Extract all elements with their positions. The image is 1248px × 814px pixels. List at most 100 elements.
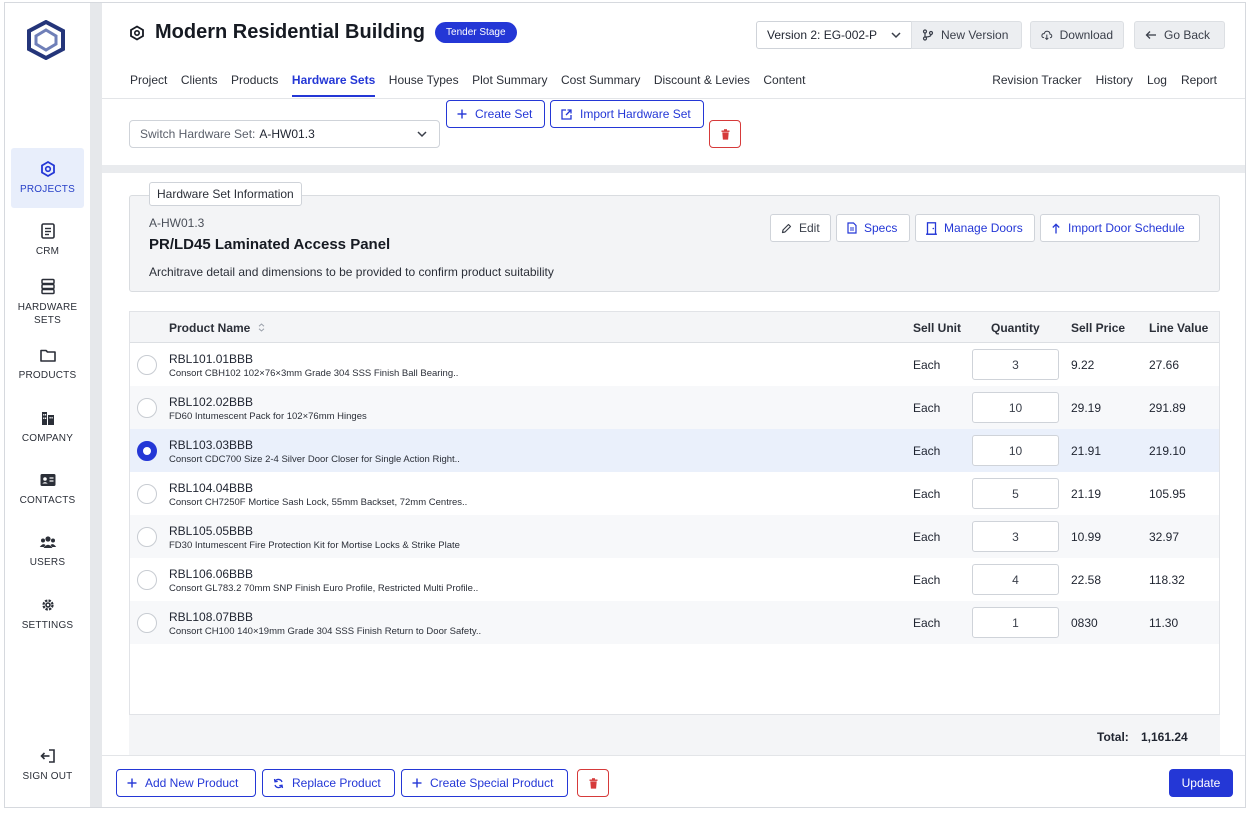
sidebar-item-label: SETTINGS [21,620,74,631]
edit-button[interactable]: Edit [770,214,831,242]
table-row[interactable]: RBL101.01BBB Consort CBH102 102×76×3mm G… [130,343,1219,386]
sidebar-item-crm[interactable]: CRM [11,222,84,257]
secondary-tabs: Revision Tracker History Log Report [978,73,1217,95]
sidebar-item-label: COMPANY [21,433,74,444]
add-new-product-button[interactable]: Add New Product [116,769,256,797]
quantity-input[interactable] [972,478,1059,509]
row-radio-selected[interactable] [137,441,157,461]
tab-history[interactable]: History [1096,73,1133,95]
manage-doors-button[interactable]: Manage Doors [915,214,1035,242]
stage-badge: Tender Stage [435,22,517,43]
switch-label: Switch Hardware Set: [140,127,256,141]
sidebar-item-label: PROJECTS [20,184,75,195]
table-row[interactable]: RBL108.07BBB Consort CH100 140×19mm Grad… [130,601,1219,644]
tab-products[interactable]: Products [231,73,278,97]
version-select-value: Version 2: EG-002-P [767,28,878,42]
product-code: RBL102.02BBB [169,395,254,409]
sidebar-divider [90,3,102,807]
import-door-schedule-button[interactable]: Import Door Schedule [1040,214,1200,242]
sell-unit: Each [913,358,941,372]
sell-unit: Each [913,616,941,630]
sell-price: 22.58 [1071,573,1102,587]
go-back-label: Go Back [1164,28,1211,42]
sign-out-icon [39,749,55,763]
sidebar-item-projects[interactable]: PROJECTS [11,148,84,208]
project-hex-icon [130,24,144,41]
row-radio[interactable] [137,613,157,633]
table-row[interactable]: RBL104.04BBB Consort CH7250F Mortice Sas… [130,472,1219,515]
row-radio[interactable] [137,570,157,590]
product-description: Consort GL783.2 70mm SNP Finish Euro Pro… [169,583,479,594]
tab-house-types[interactable]: House Types [389,73,459,97]
quantity-input[interactable] [972,521,1059,552]
chevron-down-icon [891,32,901,39]
version-select[interactable]: Version 2: EG-002-P [756,21,912,49]
plus-icon [412,778,422,788]
door-icon [926,221,937,235]
replace-product-button[interactable]: Replace Product [262,769,395,797]
update-button[interactable]: Update [1169,769,1233,797]
tab-clients[interactable]: Clients [181,73,218,97]
line-value: 105.95 [1149,487,1186,501]
product-code: RBL106.06BBB [169,567,254,581]
sidebar-item-label: HARDWARE SETS [17,302,78,326]
import-door-schedule-label: Import Door Schedule [1068,221,1185,235]
table-header: Product Name Sell Unit Quantity Sell Pri… [130,312,1219,343]
row-radio[interactable] [137,484,157,504]
sidebar-item-label: CRM [35,246,60,257]
new-version-button[interactable]: New Version [911,21,1022,49]
quantity-input[interactable] [972,349,1059,380]
tab-project[interactable]: Project [130,73,167,97]
row-radio[interactable] [137,355,157,375]
set-note: Architrave detail and dimensions to be p… [149,265,554,279]
download-button[interactable]: Download [1030,21,1124,49]
sidebar-item-settings[interactable]: SETTINGS [11,596,84,631]
create-set-button[interactable]: Create Set [446,100,545,128]
tab-report[interactable]: Report [1181,73,1217,95]
tab-cost-summary[interactable]: Cost Summary [561,73,640,97]
quantity-input[interactable] [972,564,1059,595]
delete-product-button[interactable] [577,769,609,797]
tab-revision-tracker[interactable]: Revision Tracker [992,73,1081,95]
product-code: RBL101.01BBB [169,352,254,366]
delete-set-button[interactable] [709,120,741,148]
sidebar-item-company[interactable]: COMPANY [11,409,84,444]
quantity-input[interactable] [972,435,1059,466]
info-card-legend: Hardware Set Information [149,182,302,206]
create-special-product-button[interactable]: Create Special Product [401,769,568,797]
tab-plot-summary[interactable]: Plot Summary [472,73,547,97]
th-product-name[interactable]: Product Name [169,321,265,335]
tab-hardware-sets[interactable]: Hardware Sets [291,73,376,97]
go-back-button[interactable]: Go Back [1134,21,1225,49]
table-row[interactable]: RBL105.05BBB FD30 Intumescent Fire Prote… [130,515,1219,558]
sidebar-item-products[interactable]: PRODUCTS [11,346,84,381]
line-value: 27.66 [1149,358,1180,372]
line-value: 291.89 [1149,401,1186,415]
sign-out-button[interactable]: SIGN OUT [11,747,84,782]
row-radio[interactable] [137,527,157,547]
arrow-left-icon [1145,31,1156,39]
specs-button[interactable]: Specs [836,214,910,242]
table-row[interactable]: RBL106.06BBB Consort GL783.2 70mm SNP Fi… [130,558,1219,601]
sidebar-item-contacts[interactable]: CONTACTS [11,471,84,506]
product-code: RBL104.04BBB [169,481,254,495]
cloud-download-icon [1041,30,1053,41]
tab-content[interactable]: Content [763,73,805,97]
sell-price: 21.19 [1071,487,1102,501]
sidebar-item-users[interactable]: USERS [11,533,84,568]
trash-icon [589,777,597,789]
quantity-input[interactable] [972,607,1059,638]
quantity-input[interactable] [972,392,1059,423]
table-row[interactable]: RBL102.02BBB FD60 Intumescent Pack for 1… [130,386,1219,429]
tab-log[interactable]: Log [1147,73,1167,95]
plus-icon [127,778,137,788]
row-radio[interactable] [137,398,157,418]
import-hardware-set-button[interactable]: Import Hardware Set [550,100,704,128]
sell-unit: Each [913,444,941,458]
switch-hardware-set-select[interactable]: Switch Hardware Set: A-HW01.3 [129,120,440,148]
table-row-selected[interactable]: RBL103.03BBB Consort CDC700 Size 2-4 Sil… [130,429,1219,472]
sidebar-item-hardware-sets[interactable]: HARDWARE SETS [11,277,84,327]
sell-price: 0830 [1071,616,1098,630]
sell-unit: Each [913,530,941,544]
tab-discount-levies[interactable]: Discount & Levies [654,73,750,97]
